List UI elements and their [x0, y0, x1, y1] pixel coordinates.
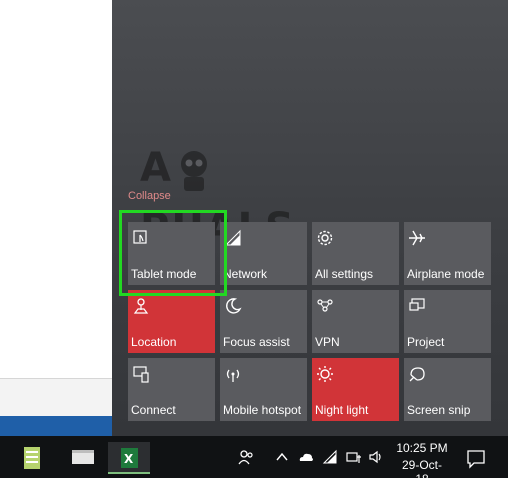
onedrive-icon[interactable] [298, 449, 314, 465]
taskbar-app-excel[interactable]: X [108, 442, 150, 474]
moon-icon [224, 297, 242, 315]
taskbar: X 10:25 PM 29-Oct-18 [0, 436, 508, 486]
chevron-up-icon[interactable] [274, 449, 290, 465]
svg-text:X: X [124, 452, 134, 466]
excel-icon: X [121, 448, 138, 468]
watermark: APUALS [140, 138, 355, 251]
connect-icon [132, 365, 150, 383]
quick-action-label: Screen snip [407, 403, 471, 417]
document-scroll-area[interactable] [0, 378, 112, 417]
notepad-icon [24, 447, 40, 469]
quick-action-label: Focus assist [223, 335, 290, 349]
quick-action-mobile-hotspot[interactable]: Mobile hotspot [220, 358, 307, 421]
quick-action-project[interactable]: Project [404, 290, 491, 353]
notification-icon [467, 450, 485, 469]
hotspot-icon [224, 365, 242, 383]
sun-icon [316, 365, 334, 383]
quick-action-screen-snip[interactable]: Screen snip [404, 358, 491, 421]
clock-date[interactable]: 29-Oct-18 [396, 458, 448, 486]
airplane-icon [408, 229, 426, 247]
quick-action-label: All settings [315, 267, 374, 281]
quick-action-label: Network [223, 267, 268, 281]
document-status-bar [0, 416, 112, 436]
taskbar-app-notepad[interactable] [12, 442, 54, 474]
quick-action-focus-assist[interactable]: Focus assist [220, 290, 307, 353]
quick-action-label: VPN [315, 335, 340, 349]
battery-icon[interactable] [346, 449, 362, 465]
vpn-icon [316, 297, 334, 315]
volume-icon[interactable] [368, 449, 384, 465]
quick-action-label: Mobile hotspot [223, 403, 302, 417]
quick-action-network[interactable]: Network [220, 222, 307, 285]
quick-action-night-light[interactable]: Night light [312, 358, 399, 421]
collapse-link[interactable]: Collapse [128, 190, 171, 202]
mascot-icon [175, 148, 213, 192]
people-icon[interactable] [238, 449, 254, 465]
quick-action-label: Airplane mode [407, 267, 485, 281]
tablet-mode-icon [132, 229, 150, 247]
clock-time[interactable]: 10:25 PM [396, 441, 448, 455]
quick-action-airplane-mode[interactable]: Airplane mode [404, 222, 491, 285]
window-icon [72, 450, 94, 464]
quick-action-tablet-mode[interactable]: Tablet mode [128, 222, 215, 285]
quick-action-connect[interactable]: Connect [128, 358, 215, 421]
location-icon [132, 297, 150, 315]
watermark-text-left: A [140, 145, 173, 191]
notification-button[interactable] [462, 444, 490, 472]
project-icon [408, 297, 426, 315]
quick-action-label: Location [131, 335, 177, 349]
quick-action-all-settings[interactable]: All settings [312, 222, 399, 285]
network-icon [224, 229, 242, 247]
quick-action-location[interactable]: Location [128, 290, 215, 353]
document-window [0, 0, 112, 436]
quick-action-label: Project [407, 335, 445, 349]
gear-icon [316, 229, 334, 247]
quick-action-label: Connect [131, 403, 176, 417]
quick-action-label: Tablet mode [131, 267, 197, 281]
taskbar-app-window[interactable] [62, 442, 104, 474]
wifi-icon[interactable] [322, 449, 338, 465]
quick-action-label: Night light [315, 403, 369, 417]
quick-action-vpn[interactable]: VPN [312, 290, 399, 353]
screen-snip-icon [408, 365, 426, 383]
